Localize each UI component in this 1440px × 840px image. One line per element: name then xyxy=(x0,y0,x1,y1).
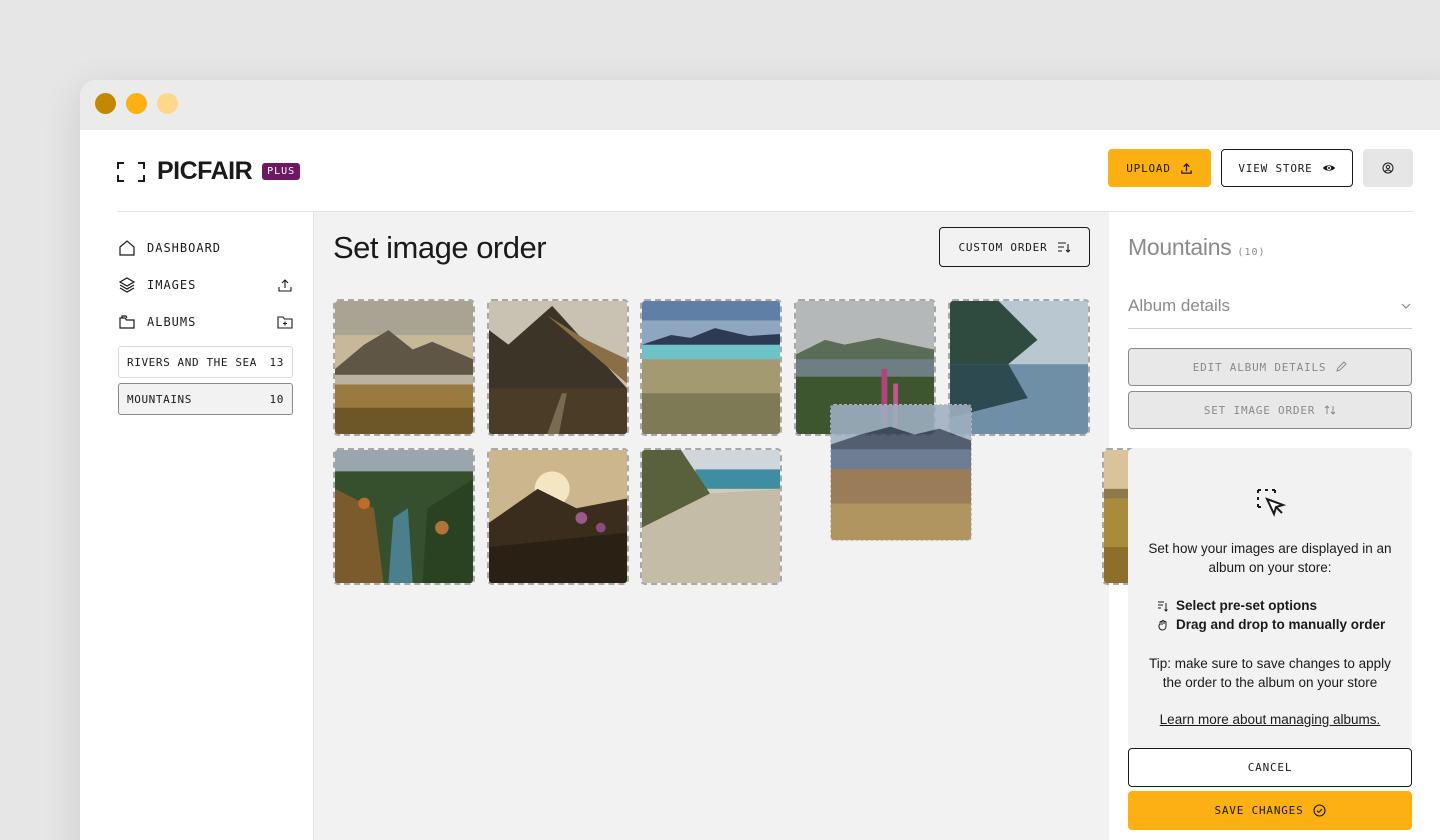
sort-icon xyxy=(1057,242,1070,253)
close-window-button[interactable] xyxy=(95,93,116,114)
maximize-window-button[interactable] xyxy=(157,93,178,114)
folder-icon xyxy=(119,315,135,329)
learn-more-link[interactable]: Learn more about managing albums. xyxy=(1128,712,1412,727)
image-tile-river-gorge-autumn[interactable] xyxy=(333,448,475,585)
sidebar-item-albums[interactable]: ALBUMS xyxy=(117,310,293,334)
view-store-label: VIEW STORE xyxy=(1238,161,1313,175)
set-order-label: SET IMAGE ORDER xyxy=(1203,403,1316,417)
cancel-button[interactable]: CANCEL xyxy=(1128,748,1412,787)
image-tile-mountain-valley-path[interactable] xyxy=(487,299,629,436)
custom-order-label: CUSTOM ORDER xyxy=(958,240,1048,254)
edit-album-label: EDIT ALBUM DETAILS xyxy=(1192,360,1327,374)
sidebar-item-label: IMAGES xyxy=(147,278,197,292)
cancel-label: CANCEL xyxy=(1247,761,1293,774)
plus-badge: PLUS xyxy=(262,163,301,180)
upload-label: UPLOAD xyxy=(1126,161,1171,175)
logo-frame-icon xyxy=(117,161,145,182)
title-bar xyxy=(80,80,1440,130)
dragged-image-moorland-mountains[interactable] xyxy=(830,404,972,541)
help-intro: Set how your images are displayed in an … xyxy=(1148,541,1392,575)
album-details-toggle[interactable]: Album details xyxy=(1128,296,1412,329)
account-button[interactable] xyxy=(1363,149,1413,187)
option-drag-drop: Drag and drop to manually order xyxy=(1157,617,1385,632)
album-item-mountains[interactable]: MOUNTAINS 10 xyxy=(118,383,293,415)
save-label: SAVE CHANGES xyxy=(1214,804,1304,817)
album-name: Mountains xyxy=(1128,234,1232,260)
save-changes-button[interactable]: SAVE CHANGES xyxy=(1128,791,1412,830)
image-tile-sunset-rocks-flowers[interactable] xyxy=(487,448,629,585)
image-tile-mountain-lake-highlands[interactable] xyxy=(333,299,475,436)
minimize-window-button[interactable] xyxy=(126,93,147,114)
album-count: 10 xyxy=(269,392,284,406)
sidebar-item-label: DASHBOARD xyxy=(147,241,222,255)
hand-icon xyxy=(1158,619,1167,631)
sidebar-item-label: ALBUMS xyxy=(147,315,197,329)
sidebar-item-dashboard[interactable]: DASHBOARD xyxy=(117,236,293,260)
app-window: PICFAIR PLUS UPLOAD VIEW STORE DASHBOARD… xyxy=(80,80,1440,840)
select-cursor-icon xyxy=(1257,489,1287,517)
folder-plus-icon[interactable] xyxy=(277,314,293,330)
brand-name: PICFAIR xyxy=(157,157,253,185)
custom-order-button[interactable]: CUSTOM ORDER xyxy=(939,227,1090,267)
layers-icon xyxy=(118,277,136,293)
option-drag-label: Drag and drop to manually order xyxy=(1176,617,1386,632)
upload-icon xyxy=(1181,162,1192,174)
upload-button[interactable]: UPLOAD xyxy=(1108,149,1211,187)
image-tile-sand-dune-footprints[interactable] xyxy=(640,448,782,585)
album-details-label: Album details xyxy=(1128,296,1231,315)
logo[interactable]: PICFAIR PLUS xyxy=(117,157,301,186)
album-count: (10) xyxy=(1237,247,1266,258)
album-title: Mountains (10) xyxy=(1128,234,1266,261)
view-store-button[interactable]: VIEW STORE xyxy=(1221,149,1353,187)
album-name: MOUNTAINS xyxy=(127,392,193,406)
album-name: RIVERS AND THE SEA xyxy=(127,355,258,369)
image-tile-coastal-dunes-mountains[interactable] xyxy=(640,299,782,436)
sort-arrows-icon xyxy=(1324,405,1336,415)
album-panel: Mountains (10) Album details EDIT ALBUM D… xyxy=(1109,211,1413,840)
option-preset: Select pre-set options xyxy=(1157,598,1317,613)
pencil-icon xyxy=(1336,361,1348,372)
help-card: Set how your images are displayed in an … xyxy=(1128,448,1412,748)
top-bar: PICFAIR PLUS UPLOAD VIEW STORE xyxy=(80,130,1440,212)
page-title: Set image order xyxy=(333,230,547,265)
main-content: Set image order CUSTOM ORDER xyxy=(313,211,1244,840)
sidebar-item-images[interactable]: IMAGES xyxy=(117,273,293,297)
user-icon xyxy=(1382,162,1394,174)
album-item-rivers-and-the-sea[interactable]: RIVERS AND THE SEA 13 xyxy=(118,346,293,378)
eye-icon xyxy=(1322,165,1335,171)
chevron-down-icon xyxy=(1401,303,1411,309)
home-icon xyxy=(119,240,135,256)
check-circle-icon xyxy=(1312,804,1326,817)
sidebar: DASHBOARD IMAGES ALBUMS RIVERS AND THE S… xyxy=(117,211,313,840)
tip-text: Tip: make sure to save changes to apply … xyxy=(1149,656,1391,690)
sort-icon xyxy=(1158,601,1168,612)
album-count: 13 xyxy=(269,355,284,369)
set-image-order-button[interactable]: SET IMAGE ORDER xyxy=(1128,391,1412,429)
option-preset-label: Select pre-set options xyxy=(1176,598,1318,613)
edit-album-details-button[interactable]: EDIT ALBUM DETAILS xyxy=(1128,348,1412,386)
upload-icon[interactable] xyxy=(277,277,293,293)
